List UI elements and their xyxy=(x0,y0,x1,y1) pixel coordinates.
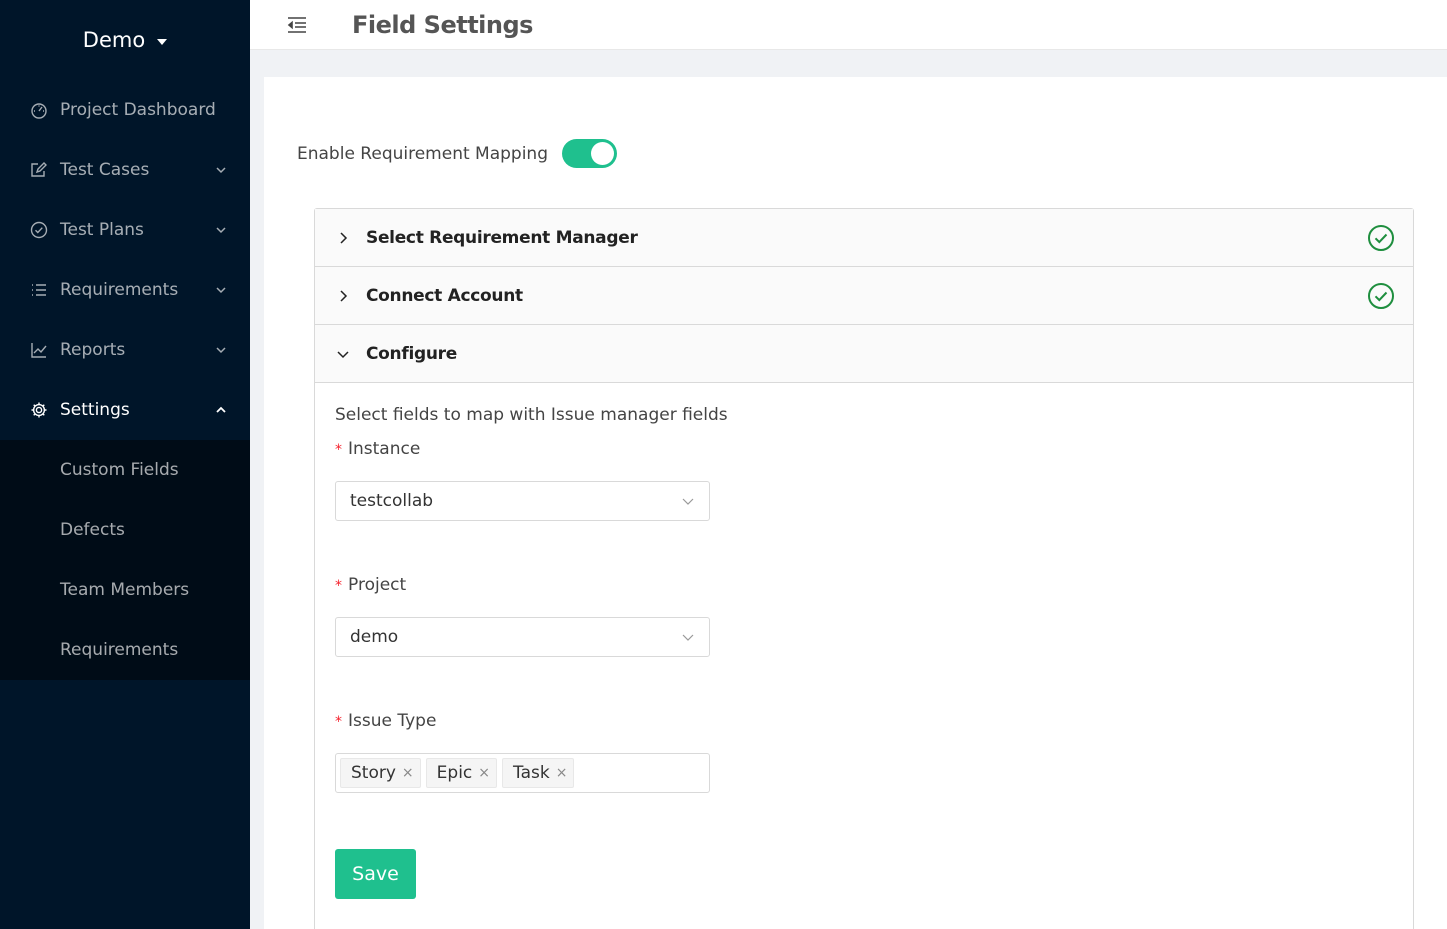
line-chart-icon xyxy=(30,341,48,359)
menu-fold-icon[interactable] xyxy=(285,13,309,37)
dashboard-icon xyxy=(30,101,48,119)
issue-type-multiselect[interactable]: Story × Epic × Task × xyxy=(335,753,710,793)
setup-collapse: Select Requirement Manager Connect Accou… xyxy=(314,208,1414,929)
edit-icon xyxy=(30,161,48,179)
sidebar-item-project-dashboard[interactable]: Project Dashboard xyxy=(0,80,250,140)
sidebar-item-label: Project Dashboard xyxy=(60,100,216,120)
sidebar-item-label: Settings xyxy=(60,400,130,420)
issue-type-tag: Epic × xyxy=(425,758,497,788)
required-mark: * xyxy=(335,442,342,458)
sidebar-item-label: Test Cases xyxy=(60,160,150,180)
project-name: Demo xyxy=(82,28,146,52)
sidebar-item-label: Reports xyxy=(60,340,126,360)
panel-select-requirement-manager[interactable]: Select Requirement Manager xyxy=(315,209,1413,267)
panel-configure[interactable]: Configure xyxy=(315,325,1413,383)
check-circle-icon xyxy=(1367,282,1395,310)
project-label: * Project xyxy=(335,575,1393,595)
close-icon[interactable]: × xyxy=(478,765,490,781)
page-header: Field Settings xyxy=(250,0,1447,50)
close-icon[interactable]: × xyxy=(556,765,568,781)
project-label-text: Project xyxy=(348,575,407,595)
check-circle-icon xyxy=(1367,224,1395,252)
chevron-down-icon xyxy=(335,346,351,362)
chevron-up-icon xyxy=(214,403,228,417)
caret-down-icon xyxy=(157,38,168,45)
sidebar-item-label: Test Plans xyxy=(60,220,144,240)
submenu-item-custom-fields[interactable]: Custom Fields xyxy=(0,440,250,500)
issue-type-label-text: Issue Type xyxy=(348,711,437,731)
instance-label: * Instance xyxy=(335,439,1393,459)
switch-knob xyxy=(591,142,614,165)
instance-select[interactable]: testcollab xyxy=(335,481,710,521)
sidebar: Demo Project Dashboard Test Cases Test P… xyxy=(0,0,250,929)
sidebar-item-test-plans[interactable]: Test Plans xyxy=(0,200,250,260)
configure-panel-body: Select fields to map with Issue manager … xyxy=(315,383,1413,921)
sidebar-item-label: Requirements xyxy=(60,280,179,300)
requirement-mapping-toggle-row: Enable Requirement Mapping xyxy=(297,139,617,168)
sidebar-item-test-cases[interactable]: Test Cases xyxy=(0,140,250,200)
sidebar-item-requirements[interactable]: Requirements xyxy=(0,260,250,320)
toggle-label: Enable Requirement Mapping xyxy=(297,143,548,164)
instance-label-text: Instance xyxy=(348,439,421,459)
chevron-down-icon xyxy=(681,494,695,508)
tag-label: Epic xyxy=(436,763,473,783)
save-button[interactable]: Save xyxy=(335,849,416,899)
settings-submenu: Custom Fields Defects Team Members Requi… xyxy=(0,440,250,680)
configure-hint: Select fields to map with Issue manager … xyxy=(335,405,728,425)
sidebar-item-settings[interactable]: Settings xyxy=(0,380,250,440)
panel-title: Configure xyxy=(366,343,457,364)
chevron-down-icon xyxy=(214,163,228,177)
panel-title: Connect Account xyxy=(366,285,523,306)
submenu-item-requirements[interactable]: Requirements xyxy=(0,620,250,680)
required-mark: * xyxy=(335,578,342,594)
check-circle-icon xyxy=(30,221,48,239)
issue-type-tag: Task × xyxy=(502,758,575,788)
project-switcher[interactable]: Demo xyxy=(0,0,250,80)
submenu-item-team-members[interactable]: Team Members xyxy=(0,560,250,620)
chevron-right-icon xyxy=(335,288,351,304)
instance-value: testcollab xyxy=(350,491,434,511)
page-title: Field Settings xyxy=(352,10,533,39)
chevron-down-icon xyxy=(681,630,695,644)
issue-type-label: * Issue Type xyxy=(335,711,1393,731)
tag-label: Task xyxy=(513,763,550,783)
list-icon xyxy=(30,281,48,299)
close-icon[interactable]: × xyxy=(402,765,414,781)
chevron-down-icon xyxy=(214,283,228,297)
required-mark: * xyxy=(335,714,342,730)
sidebar-item-reports[interactable]: Reports xyxy=(0,320,250,380)
chevron-down-icon xyxy=(214,223,228,237)
project-select[interactable]: demo xyxy=(335,617,710,657)
chevron-right-icon xyxy=(335,230,351,246)
panel-connect-account[interactable]: Connect Account xyxy=(315,267,1413,325)
requirement-mapping-switch[interactable] xyxy=(562,139,617,168)
main-content: Enable Requirement Mapping Select Requir… xyxy=(264,77,1447,929)
issue-type-tag: Story × xyxy=(340,758,421,788)
submenu-item-defects[interactable]: Defects xyxy=(0,500,250,560)
chevron-down-icon xyxy=(214,343,228,357)
gear-icon xyxy=(30,401,48,419)
project-value: demo xyxy=(350,627,399,647)
panel-title: Select Requirement Manager xyxy=(366,227,638,248)
tag-label: Story xyxy=(351,763,396,783)
